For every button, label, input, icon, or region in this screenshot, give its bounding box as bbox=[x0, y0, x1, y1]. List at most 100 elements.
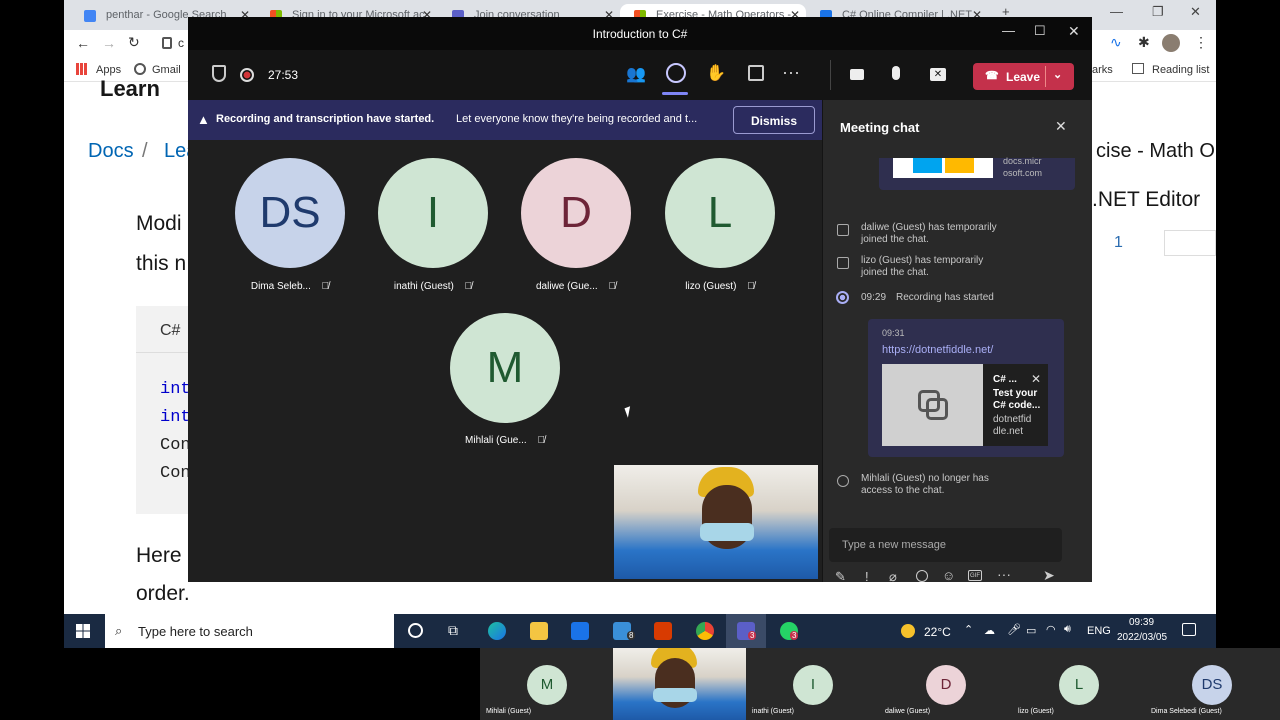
gallery-tile[interactable]: L lizo (Guest) bbox=[1012, 648, 1145, 720]
chat-message-bubble[interactable]: 09:31 https://dotnetfiddle.net/ C# ... ✕… bbox=[868, 319, 1064, 457]
restore-icon[interactable]: ❐ bbox=[1152, 4, 1164, 20]
card-domain: dotnetfid bbox=[993, 414, 1032, 425]
address-bar[interactable]: c bbox=[178, 36, 184, 50]
bookmark-gmail[interactable]: Gmail bbox=[152, 64, 181, 76]
breadcrumb-docs[interactable]: Docs bbox=[88, 140, 134, 163]
guest-left-icon bbox=[837, 475, 849, 487]
link-card-thumbnail bbox=[882, 364, 983, 446]
dismiss-button[interactable]: Dismiss bbox=[733, 106, 815, 134]
participant-avatar[interactable]: DS bbox=[235, 158, 345, 268]
gallery-tile[interactable]: I inathi (Guest) bbox=[746, 648, 879, 720]
participant-avatar[interactable]: M bbox=[450, 313, 560, 423]
extensions-icon[interactable]: ✱ bbox=[1138, 34, 1150, 51]
participant-avatar[interactable]: I bbox=[378, 158, 488, 268]
code-editor-input[interactable] bbox=[1164, 230, 1216, 256]
windows-start-icon[interactable] bbox=[76, 624, 90, 638]
meeting-toolbar: 27:53 👥 ✋ ··· ✕ ☎ Leave ⌄ bbox=[188, 50, 1092, 100]
edge-icon[interactable] bbox=[488, 622, 506, 640]
wifi-icon[interactable]: ◠ bbox=[1046, 623, 1056, 636]
close-window-icon[interactable]: ✕ bbox=[1068, 23, 1080, 40]
microphone-icon[interactable] bbox=[892, 66, 900, 80]
share-screen-icon[interactable]: ✕ bbox=[930, 68, 946, 81]
clock-time[interactable]: 09:39 bbox=[1129, 617, 1154, 628]
body-text: order. bbox=[136, 582, 190, 605]
participant-avatar[interactable]: L bbox=[665, 158, 775, 268]
compose-box[interactable]: Type a new message bbox=[829, 528, 1062, 562]
chrome-icon[interactable] bbox=[696, 622, 714, 640]
breakout-rooms-icon[interactable] bbox=[748, 65, 764, 81]
leave-button[interactable]: ☎ Leave ⌄ bbox=[973, 63, 1074, 90]
cortana-icon[interactable] bbox=[408, 623, 423, 638]
recording-banner: ▲ Recording and transcription have start… bbox=[188, 100, 822, 140]
maximize-icon[interactable]: ☐ bbox=[1034, 23, 1046, 39]
bookmark-other[interactable]: arks bbox=[1092, 64, 1113, 76]
microphone-tray-icon[interactable]: 🎤︎ bbox=[1007, 623, 1021, 636]
avatar-initials: DS bbox=[1201, 676, 1223, 693]
chat-event: joined the chat. bbox=[861, 267, 929, 278]
chevron-up-icon[interactable]: ⌃ bbox=[964, 623, 973, 636]
extension-audio-icon[interactable]: ∿ bbox=[1110, 34, 1122, 51]
close-window-icon[interactable]: ✕ bbox=[1190, 4, 1201, 20]
teams-taskbar-active[interactable] bbox=[726, 614, 766, 648]
link-card[interactable]: C# ... ✕ Test your C# code... dotnetfid … bbox=[882, 364, 1048, 446]
back-icon[interactable]: ← bbox=[76, 35, 90, 51]
learn-heading[interactable]: Learn bbox=[100, 76, 160, 102]
lock-icon bbox=[162, 37, 172, 49]
body-text: this n bbox=[136, 252, 187, 275]
attach-icon[interactable]: ⌀ bbox=[889, 569, 897, 582]
file-explorer-icon[interactable] bbox=[530, 622, 548, 640]
taskbar-search-box[interactable]: ⌕ Type here to search bbox=[105, 614, 394, 648]
message-link[interactable]: https://dotnetfiddle.net/ bbox=[882, 344, 993, 356]
gallery-tile[interactable]: D daliwe (Guest) bbox=[879, 648, 1012, 720]
reload-icon[interactable]: ↻ bbox=[128, 34, 140, 51]
gallery-tile[interactable]: M Mihlali (Guest) bbox=[480, 648, 613, 720]
office-icon[interactable] bbox=[654, 622, 672, 640]
battery-icon[interactable]: ▭ bbox=[1026, 624, 1036, 637]
recording-indicator-icon bbox=[240, 68, 254, 82]
bookmark-apps[interactable]: Apps bbox=[96, 64, 121, 76]
gallery-tile[interactable]: DS Dima Selebedi (Guest) bbox=[1145, 648, 1280, 720]
chevron-down-icon[interactable]: ⌄ bbox=[1053, 68, 1062, 81]
participant-name: Mihlali (Gue... 🎙̸ bbox=[435, 435, 575, 446]
input-language[interactable]: ENG bbox=[1087, 625, 1111, 637]
person-mask bbox=[653, 688, 697, 702]
notifications-icon[interactable] bbox=[1182, 623, 1196, 636]
forward-icon[interactable]: → bbox=[102, 35, 116, 51]
more-options-icon[interactable]: ··· bbox=[997, 566, 1011, 582]
meeting-timer: 27:53 bbox=[268, 68, 299, 82]
task-view-icon[interactable]: ⧉ bbox=[448, 622, 458, 639]
minimize-icon[interactable]: — bbox=[1110, 4, 1123, 19]
profile-avatar[interactable] bbox=[1162, 34, 1180, 52]
participant-name-text: Mihlali (Gue... bbox=[465, 435, 527, 446]
send-icon[interactable]: ➤ bbox=[1043, 567, 1055, 582]
body-text: Here bbox=[136, 544, 182, 567]
muted-mic-icon: 🎙̸ bbox=[747, 281, 755, 292]
participant-avatar[interactable]: D bbox=[521, 158, 631, 268]
emoji-icon[interactable]: ☺ bbox=[942, 568, 955, 582]
loop-icon[interactable] bbox=[916, 570, 928, 582]
banner-title: Recording and transcription have started… bbox=[216, 113, 435, 125]
more-actions-icon[interactable]: ··· bbox=[782, 62, 800, 83]
clock-date[interactable]: 2022/03/05 bbox=[1117, 632, 1167, 643]
gif-icon[interactable]: GIF bbox=[968, 570, 982, 581]
microsoft-store-icon[interactable] bbox=[571, 622, 589, 640]
minimize-icon[interactable]: — bbox=[1002, 23, 1015, 38]
weather-temperature[interactable]: 22°C bbox=[924, 625, 951, 639]
camera-icon[interactable] bbox=[850, 69, 864, 80]
important-icon[interactable]: ! bbox=[865, 569, 869, 582]
menu-kebab-icon[interactable]: ⋮ bbox=[1194, 34, 1208, 51]
volume-icon[interactable]: 🔊︎ bbox=[1064, 623, 1071, 636]
link-preview-card[interactable]: docs.micr osoft.com bbox=[879, 156, 1075, 190]
close-card-icon[interactable]: ✕ bbox=[1031, 372, 1041, 386]
onedrive-icon[interactable]: ☁ bbox=[984, 624, 995, 637]
close-chat-icon[interactable]: ✕ bbox=[1055, 118, 1067, 135]
format-icon[interactable]: ✎ bbox=[835, 569, 846, 582]
reactions-icon[interactable]: ✋ bbox=[706, 63, 726, 83]
bookmark-reading-list[interactable]: Reading list bbox=[1152, 64, 1209, 76]
participants-icon[interactable]: 👥 bbox=[626, 64, 646, 84]
avatar-initials: L bbox=[707, 188, 733, 237]
google-favicon-icon bbox=[84, 10, 96, 22]
weather-sun-icon[interactable] bbox=[901, 624, 915, 638]
chat-icon[interactable] bbox=[666, 63, 686, 83]
gallery-video-tile[interactable] bbox=[613, 648, 746, 720]
